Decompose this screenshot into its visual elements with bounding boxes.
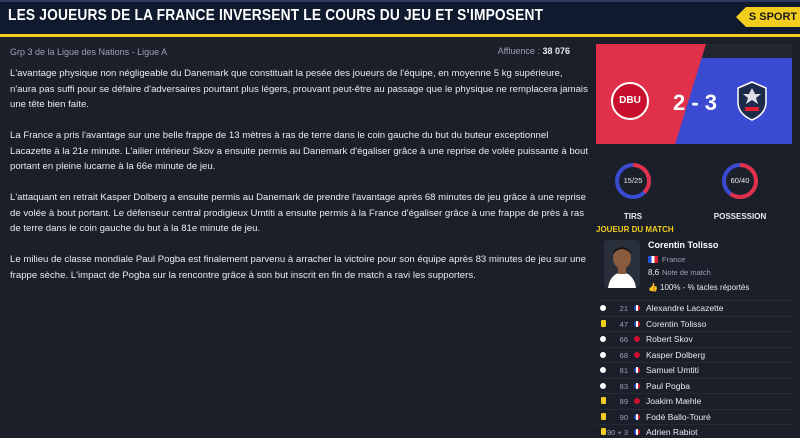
article-paragraph: Le milieu de classe mondiale Paul Pogba … (10, 254, 586, 281)
event-minute: 47 (619, 319, 628, 329)
header-divider (0, 34, 800, 37)
potm-title: JOUEUR DU MATCH (596, 225, 674, 234)
event-player[interactable]: Kasper Dolberg (646, 350, 705, 360)
event-player[interactable]: Robert Skov (646, 334, 693, 344)
list-item[interactable]: 21 Alexandre Lacazette (596, 300, 792, 316)
potm-name[interactable]: Corentin Tolisso (648, 240, 718, 250)
event-minute: 21 (619, 304, 628, 313)
section-tag[interactable]: S SPORT (736, 7, 800, 27)
list-item[interactable]: 68 Kasper Dolberg (596, 346, 792, 363)
avatar[interactable] (604, 240, 640, 288)
france-flag-icon (634, 429, 640, 435)
possession-value: 60/40 (730, 176, 750, 185)
article-body: L'avantage physique non négligeable du D… (10, 66, 590, 299)
france-flag-icon (634, 367, 640, 373)
event-minute: 66 (619, 335, 628, 344)
list-item[interactable]: 83 Paul Pogba (596, 377, 792, 394)
denmark-crest-text: DBU (619, 95, 641, 106)
france-flag-icon (634, 413, 640, 420)
potm-country: France (662, 255, 686, 264)
france-flag-icon (634, 320, 640, 327)
event-minute: 83 (619, 381, 628, 391)
denmark-flag-icon (634, 336, 640, 342)
france-flag-icon (648, 256, 658, 263)
article-headline: Les joueurs de la France inversent le co… (8, 7, 544, 24)
france-flag-icon (634, 382, 640, 389)
match-score: 2 - 3 (672, 90, 718, 115)
event-player[interactable]: Samuel Umtiti (646, 365, 699, 375)
event-minute: 90 + 3 (606, 428, 628, 437)
attendance-value: 38 076 (542, 46, 570, 56)
attendance: Affluence : 38 076 (498, 46, 570, 56)
potm-rating: 8,6 (648, 268, 660, 277)
event-player[interactable]: Corentin Tolisso (646, 319, 706, 329)
competition-label: Grp 3 de la Ligue des Nations - Ligue A (10, 47, 168, 57)
shots-value-wrap: 15/25 (614, 162, 652, 200)
potm-stat: 100% - % tacles réportés (660, 283, 750, 292)
potm-rating-label: Note de match (662, 268, 711, 277)
event-player[interactable]: Joakim Mæhle (646, 396, 701, 406)
shots-label: TIRS (623, 212, 643, 221)
possession-label: POSSESSION (713, 212, 767, 221)
list-item[interactable]: 66 Robert Skov (596, 331, 792, 347)
denmark-flag-icon (634, 351, 640, 358)
denmark-crest-icon: DBU (611, 82, 649, 120)
thumbs-up-icon: 👍 (648, 283, 658, 292)
event-minute: 68 (619, 350, 628, 360)
list-item[interactable]: 89 Joakim Mæhle (596, 393, 792, 409)
attendance-label: Affluence : (497, 46, 540, 56)
header-accent (0, 0, 800, 2)
list-item[interactable]: 81 Samuel Umtiti (596, 362, 792, 378)
list-item[interactable]: 90 + 3 Adrien Rabiot (596, 424, 792, 438)
header-bar: Les joueurs de la France inversent le co… (0, 0, 800, 34)
event-player[interactable]: Paul Pogba (646, 381, 690, 391)
event-minute: 81 (619, 366, 628, 375)
article-paragraph: L'attaquant en retrait Kasper Dolberg a … (10, 192, 586, 234)
event-player[interactable]: Adrien Rabiot (646, 427, 698, 437)
france-flag-icon (634, 305, 640, 311)
match-events-list: 21 Alexandre Lacazette 47 Corentin Tolisso 6… (596, 300, 792, 438)
france-crest-icon (737, 81, 767, 121)
denmark-flag-icon (634, 398, 640, 404)
event-player[interactable]: Alexandre Lacazette (646, 303, 724, 313)
event-minute: 89 (619, 397, 628, 406)
article-paragraph: La France a pris l'avantage sur une bell… (10, 130, 589, 172)
event-player[interactable]: Fodé Ballo-Touré (646, 412, 711, 422)
article-paragraph: L'avantage physique non négligeable du D… (10, 68, 588, 110)
event-minute: 90 (619, 412, 628, 422)
list-item[interactable]: 47 Corentin Tolisso (596, 315, 792, 332)
shots-value: 15/25 (623, 176, 643, 185)
player-portrait-icon (604, 240, 640, 288)
possession-value-wrap: 60/40 (721, 162, 759, 200)
list-item[interactable]: 90 Fodé Ballo-Touré (596, 408, 792, 425)
